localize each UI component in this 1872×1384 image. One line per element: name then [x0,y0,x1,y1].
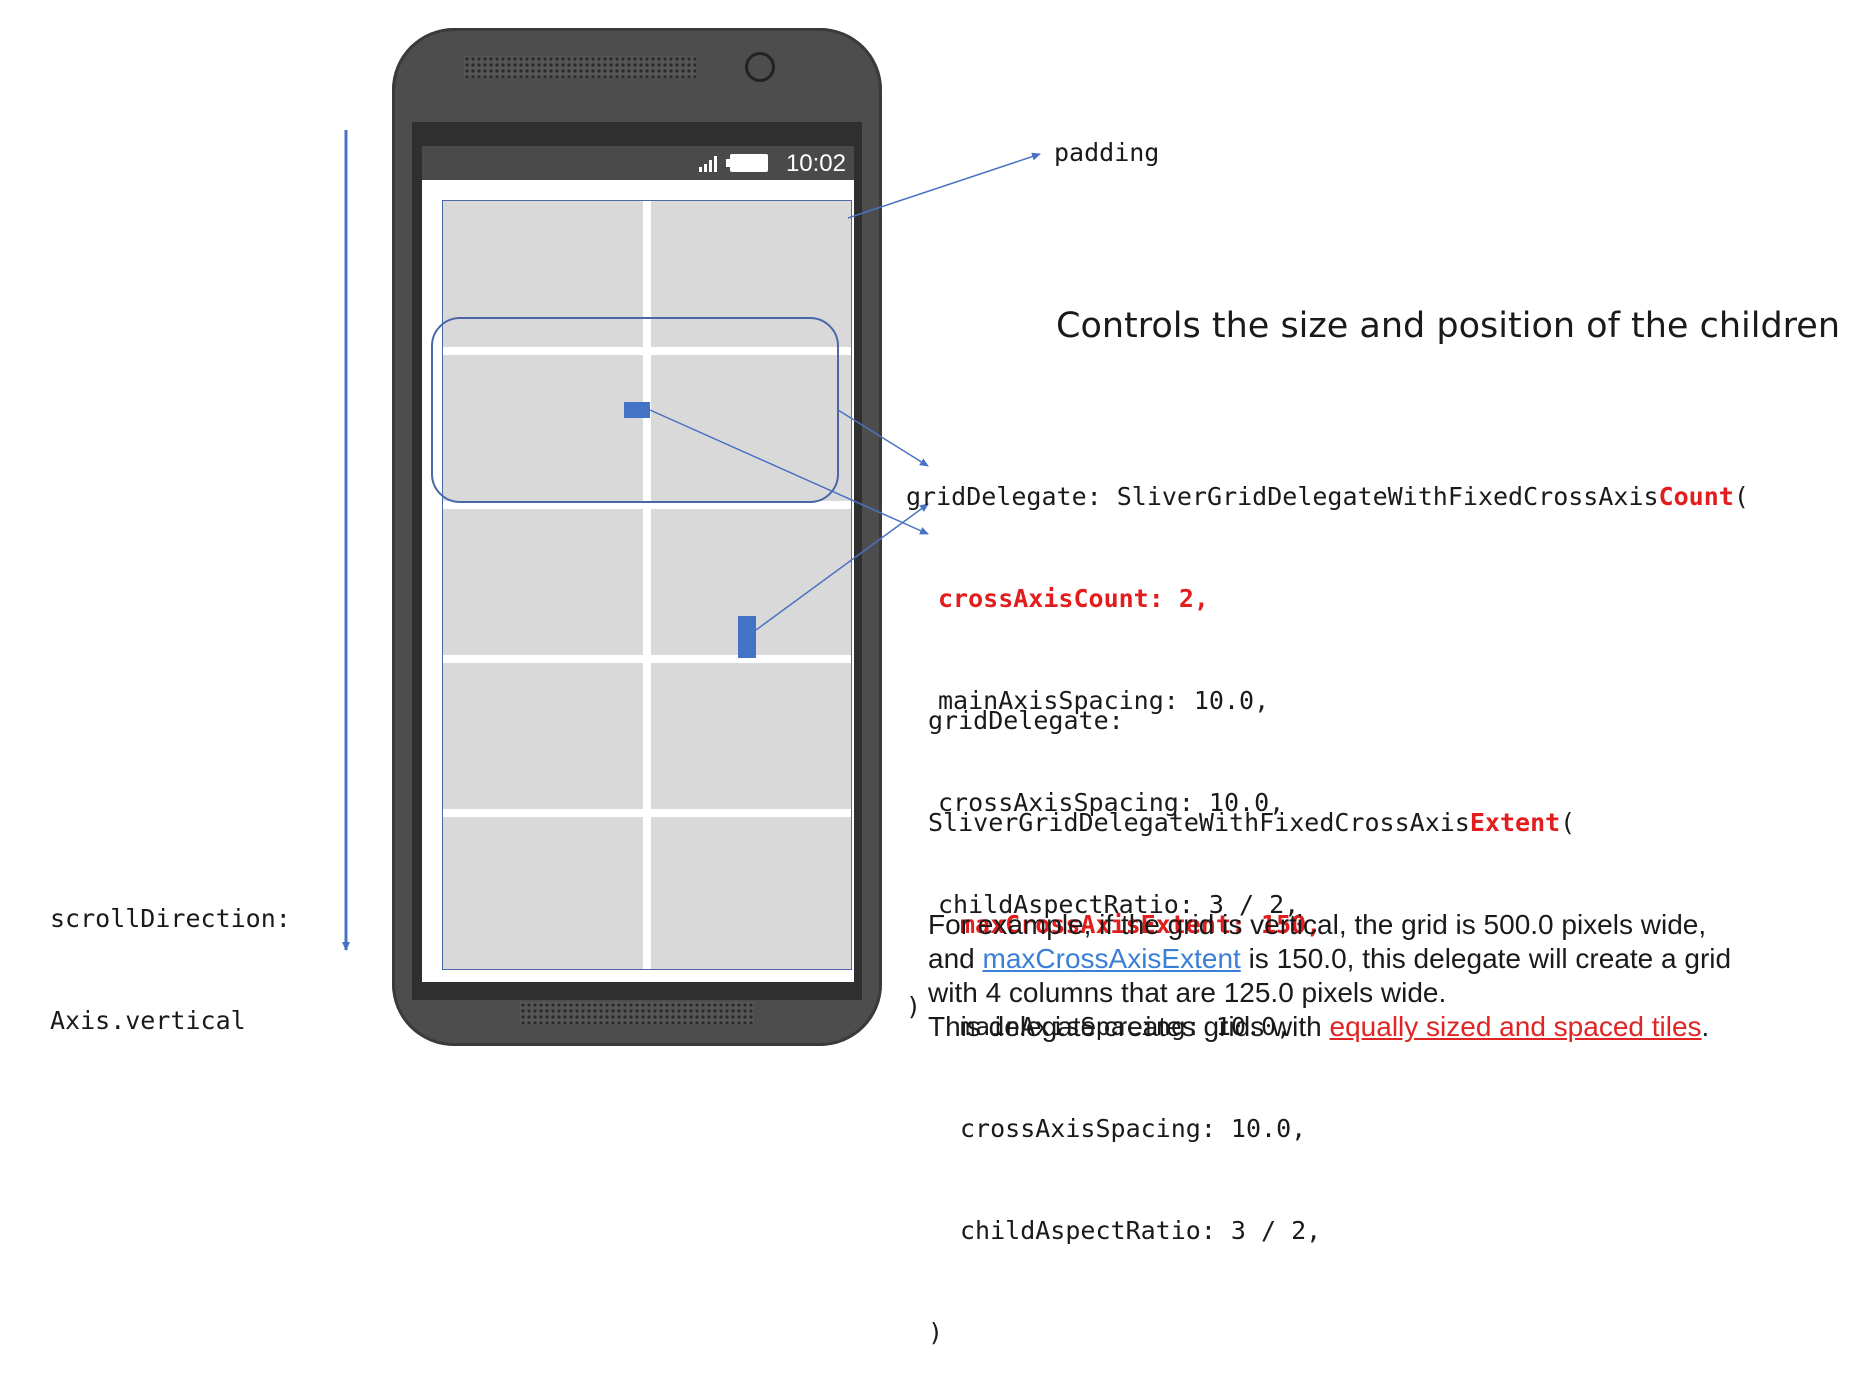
equally-sized-tiles-link[interactable]: equally sized and spaced tiles [1330,1011,1702,1042]
cross-axis-spacing-pointer-arrow [649,409,929,535]
code-line-cross-axis-spacing: crossAxisSpacing: 10.0, [960,1114,1307,1143]
main-axis-spacing-marker [738,616,756,658]
scroll-direction-line: scrollDirection: [50,904,291,933]
code-line: SliverGridDelegateWithFixedCrossAxisExte… [928,808,1576,837]
scroll-direction-line: Axis.vertical [50,1006,246,1035]
code-line-cross-axis-count: crossAxisCount: 2, [938,584,1209,613]
code-line: ) [928,1318,944,1347]
heading-text: Controls the size and position of the ch… [1056,306,1841,346]
scroll-direction-label: scrollDirection: Axis.vertical [50,834,291,1072]
code-line: gridDelegate: [928,706,1124,735]
padding-pointer-arrow [847,152,1041,219]
description-line: This delegate creates grids with equally… [928,1011,1710,1042]
description-line: with 4 columns that are 125.0 pixels wid… [928,977,1447,1008]
max-cross-axis-extent-link[interactable]: maxCrossAxisExtent [983,943,1241,974]
description-paragraph: For example, if the grid is vertical, th… [928,908,1731,1044]
description-line: For example, if the grid is vertical, th… [928,909,1707,940]
code-line-child-aspect-ratio: childAspectRatio: 3 / 2, [960,1216,1322,1245]
padding-label: padding [1054,138,1160,167]
cross-axis-spacing-marker [624,402,650,418]
main-axis-spacing-pointer-arrow [755,503,929,631]
description-line: and maxCrossAxisExtent is 150.0, this de… [928,943,1732,974]
code-line: gridDelegate: SliverGridDelegateWithFixe… [906,482,1749,511]
